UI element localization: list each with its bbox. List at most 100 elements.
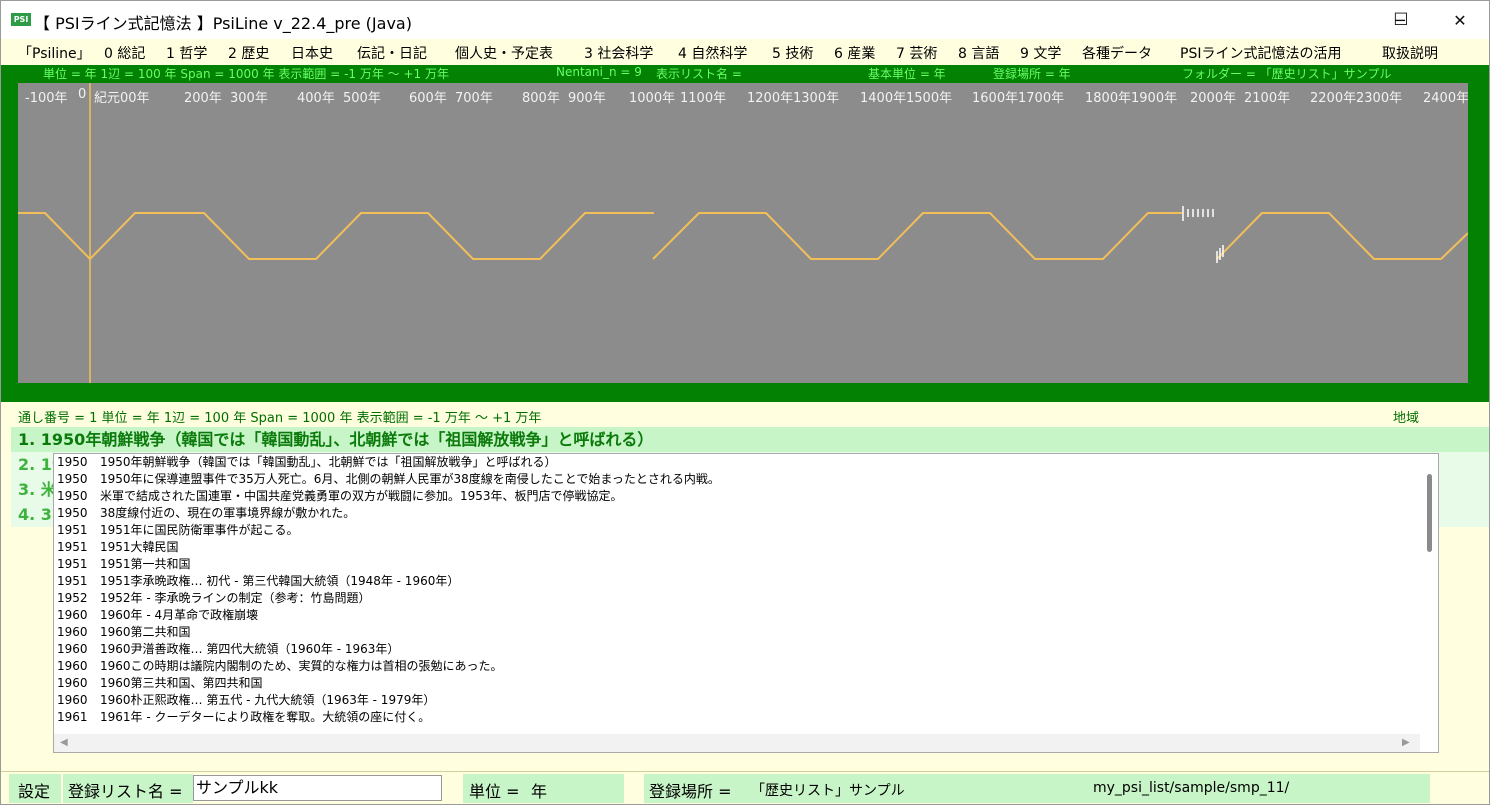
highlight-row-1[interactable]: 1. 1950年朝鮮戦争（韓国では「韓国動乱」、北朝鮮では「祖国解放戦争」と呼ば…: [11, 427, 1489, 452]
menu-usage[interactable]: PSIライン式記憶法の活用: [1180, 43, 1341, 63]
list-item-year: 1951: [57, 557, 88, 571]
menu-art[interactable]: 7 芸術: [896, 43, 937, 63]
list-item[interactable]: 1960 1960第三共和国、第四共和国: [54, 675, 1420, 692]
status-line: 通し番号 = 1 単位 = 年 1辺 = 100 年 Span = 1000 年…: [18, 411, 542, 426]
list-item-year: 1951: [57, 574, 88, 588]
list-item[interactable]: 1960 1960この時期は議院内閣制のため、実質的な権力は首相の張勉にあった。: [54, 658, 1420, 675]
scroll-right-icon[interactable]: ▶: [1402, 737, 1410, 748]
scroll-left-icon[interactable]: ◀: [60, 737, 68, 748]
menu-data[interactable]: 各種データ: [1082, 43, 1152, 63]
list-item[interactable]: 1951 1951大韓民国: [54, 539, 1420, 556]
list-item[interactable]: 1951 1951年に国民防衛軍事件が起こる。: [54, 522, 1420, 539]
title-bar[interactable]: PSI 【 PSIライン式記憶法 】PsiLine v_22.4_pre (Ja…: [1, 1, 1489, 39]
settings-button[interactable]: 設定: [18, 778, 50, 802]
list-item[interactable]: 1960 1960朴正熙政権… 第五代 - 九代大統領（1963年 - 1979年…: [54, 692, 1420, 709]
event-list-content: 1950 1950年朝鮮戦争（韓国では「韓国動乱」、北朝鮮では「祖国解放戦争」と呼…: [54, 454, 1420, 734]
list-item[interactable]: 1951 1951第一共和国: [54, 556, 1420, 573]
psi-line-graphic: [18, 83, 1468, 383]
info-nentani: Nentani_n = 9: [556, 65, 642, 79]
list-item[interactable]: 1951 1951李承晩政権… 初代 - 第三代韓国大統領（1948年 - 196…: [54, 573, 1420, 590]
menu-technology[interactable]: 5 技術: [772, 43, 813, 63]
list-item-year: 1960: [57, 693, 88, 707]
list-item[interactable]: 1950 1950年に保導連盟事件で35万人死亡。6月、北側の朝鮮人民軍が38度線…: [54, 471, 1420, 488]
list-item-year: 1951: [57, 523, 88, 537]
list-name-label: 登録リスト名 =: [68, 782, 183, 801]
list-item-text: 1950年に保導連盟事件で35万人死亡。6月、北側の朝鮮人民軍が38度線を南侵し…: [100, 472, 720, 486]
list-item-year: 1960: [57, 642, 88, 656]
list-item-text: 1950年朝鮮戦争（韓国では「韓国動乱」、北朝鮮では「祖国解放戦争」と呼ばれる）: [100, 455, 557, 469]
list-item[interactable]: 1961 1961年 - クーデターにより政権を奪取。大統領の座に付く。: [54, 709, 1420, 726]
menu-general[interactable]: 0 総記: [104, 43, 145, 63]
list-item-text: 1960朴正熙政権… 第五代 - 九代大統領（1963年 - 1979年）: [100, 693, 436, 707]
timeline-canvas[interactable]: -100年 0 紀元00年 200年 300年 400年 500年 600年 7…: [18, 83, 1468, 383]
menu-natural-science[interactable]: 4 自然科学: [678, 43, 747, 63]
menu-manual[interactable]: 取扱説明: [1382, 43, 1438, 63]
menu-industry[interactable]: 6 産業: [834, 43, 875, 63]
list-item[interactable]: 1960 1960年 - 4月革命で政権崩壊: [54, 607, 1420, 624]
list-item[interactable]: 1950 1950年朝鮮戦争（韓国では「韓国動乱」、北朝鮮では「祖国解放戦争」と呼…: [54, 454, 1420, 471]
close-button[interactable]: ✕: [1431, 1, 1489, 39]
list-item[interactable]: 1950 米軍で結成された国連軍・中国共産党義勇軍の双方が戦闘に参加。1953年、…: [54, 488, 1420, 505]
info-display-list: 表示リスト名 =: [656, 67, 742, 81]
list-item-text: 38度線付近の、現在の軍事境界線が敷かれた。: [100, 506, 356, 520]
event-list[interactable]: 1950 1950年朝鮮戦争（韓国では「韓国動乱」、北朝鮮では「祖国解放戦争」と呼…: [53, 453, 1439, 753]
list-item-text: 1961年 - クーデターにより政権を奪取。大統領の座に付く。: [100, 710, 431, 724]
place-value[interactable]: 「歴史リスト」サンプル: [751, 780, 905, 800]
region-label: 地域: [1393, 411, 1420, 426]
info-unit: 単位 = 年 1辺 = 100 年 Span = 1000 年 表示範囲 = -…: [43, 67, 449, 81]
list-item-year: 1950: [57, 455, 88, 469]
vertical-scroll-thumb[interactable]: [1427, 474, 1432, 552]
info-reg-place: 登録場所 = 年: [993, 67, 1071, 81]
list-item-year: 1952: [57, 591, 88, 605]
list-item-text: 1951年に国民防衛軍事件が起こる。: [100, 523, 299, 537]
list-item-text: 1951大韓民国: [100, 540, 179, 554]
unit-value[interactable]: 年: [531, 778, 547, 802]
app-icon: PSI: [11, 13, 31, 26]
list-item-year: 1950: [57, 472, 88, 486]
application-window: PSI 【 PSIライン式記憶法 】PsiLine v_22.4_pre (Ja…: [0, 0, 1490, 805]
menu-biography[interactable]: 伝記・日記: [357, 43, 427, 63]
list-item-text: 米軍で結成された国連軍・中国共産党義勇軍の双方が戦闘に参加。1953年、板門店で…: [100, 489, 623, 503]
menu-japan-history[interactable]: 日本史: [291, 43, 333, 63]
horizontal-scrollbar[interactable]: ◀ ▶: [54, 734, 1420, 752]
list-item-text: 1960この時期は議院内閣制のため、実質的な権力は首相の張勉にあった。: [100, 659, 503, 673]
list-name-input[interactable]: サンプルkk: [193, 775, 442, 801]
list-item[interactable]: 1952 1952年 - 李承晩ラインの制定（参考：竹島問題）: [54, 590, 1420, 607]
list-item-year: 1950: [57, 506, 88, 520]
menu-personal-history[interactable]: 個人史・予定表: [455, 43, 553, 63]
menu-social-science[interactable]: 3 社会科学: [584, 43, 653, 63]
menu-literature[interactable]: 9 文学: [1020, 43, 1061, 63]
timeline-panel: 単位 = 年 1辺 = 100 年 Span = 1000 年 表示範囲 = -…: [1, 65, 1489, 402]
folder-path: my_psi_list/sample/smp_11/: [1093, 780, 1290, 796]
menu-bar: 「Psiline」 0 総記 1 哲学 2 歴史 日本史 伝記・日記 個人史・予…: [1, 39, 1489, 65]
menu-psiline[interactable]: 「Psiline」: [18, 43, 91, 63]
info-base-unit: 基本単位 = 年: [868, 67, 946, 81]
list-item-year: 1960: [57, 608, 88, 622]
list-item-year: 1951: [57, 540, 88, 554]
maximize-button[interactable]: ☐: [1372, 1, 1430, 39]
detail-panel: 通し番号 = 1 単位 = 年 1辺 = 100 年 Span = 1000 年…: [1, 402, 1489, 771]
settings-bar: 設定 登録リスト名 = サンプルkk 単位 = 年 登録場所 = 「歴史リスト」…: [1, 771, 1489, 804]
info-folder: フォルダー = 「歴史リスト」サンプル: [1182, 67, 1392, 81]
list-item-year: 1960: [57, 625, 88, 639]
list-item-text: 1960第三共和国、第四共和国: [100, 676, 263, 690]
list-item-year: 1950: [57, 489, 88, 503]
list-item-text: 1960尹潽善政権… 第四代大統領（1960年 - 1963年）: [100, 642, 400, 656]
list-item[interactable]: 1950 38度線付近の、現在の軍事境界線が敷かれた。: [54, 505, 1420, 522]
psi-line-segment-middle: [652, 212, 1183, 260]
event-markers: [1182, 206, 1224, 263]
menu-history[interactable]: 2 歴史: [228, 43, 269, 63]
list-item-text: 1960第二共和国: [100, 625, 191, 639]
list-item-text: 1952年 - 李承晩ラインの制定（参考：竹島問題）: [100, 591, 371, 605]
list-item[interactable]: 1960 1960第二共和国: [54, 624, 1420, 641]
list-item-year: 1961: [57, 710, 88, 724]
psi-line-segment-left: [18, 212, 654, 261]
list-item-text: 1960年 - 4月革命で政権崩壊: [100, 608, 259, 622]
vertical-scrollbar[interactable]: [1420, 454, 1438, 736]
menu-language[interactable]: 8 言語: [958, 43, 999, 63]
unit-label: 単位 =: [469, 782, 520, 801]
list-item-year: 1960: [57, 676, 88, 690]
list-item[interactable]: 1960 1960尹潽善政権… 第四代大統領（1960年 - 1963年）: [54, 641, 1420, 658]
menu-philosophy[interactable]: 1 哲学: [166, 43, 207, 63]
list-item-text: 1951李承晩政権… 初代 - 第三代韓国大統領（1948年 - 1960年）: [100, 574, 460, 588]
